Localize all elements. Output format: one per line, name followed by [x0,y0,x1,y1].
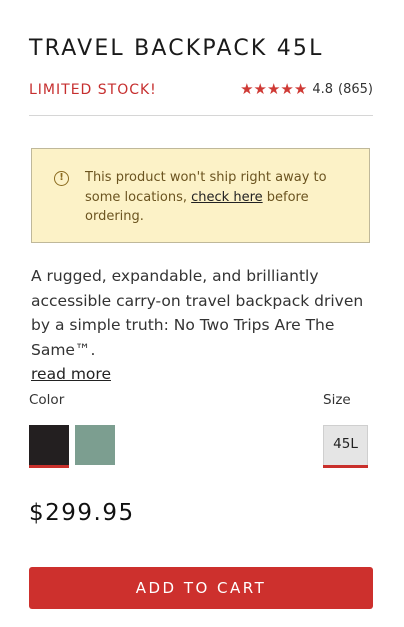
stock-status: LIMITED STOCK! [29,82,157,98]
notice-text: This product won't ship right away to so… [85,168,347,227]
color-swatch-sage[interactable] [75,425,115,465]
star-rating-icon: ★★★★★ [240,80,308,98]
product-price: $299.95 [29,500,135,526]
info-icon: ! [54,171,69,186]
description-text: A rugged, expandable, and brilliantly ac… [31,267,364,359]
check-here-link[interactable]: check here [191,190,263,205]
shipping-notice: ! This product won't ship right away to … [31,148,370,243]
rating-count: (865) [338,82,373,97]
add-to-cart-button[interactable]: ADD TO CART [29,567,373,609]
divider [29,115,373,116]
color-label: Color [29,392,65,408]
size-option-45l[interactable]: 45L [323,425,368,468]
read-more-link[interactable]: read more [31,362,111,387]
product-description: A rugged, expandable, and brilliantly ac… [31,264,376,387]
color-swatch-black[interactable] [29,425,69,468]
product-title: TRAVEL BACKPACK 45L [29,36,324,61]
rating-value: 4.8 [312,82,334,97]
product-rating[interactable]: ★★★★★ 4.8 (865) [240,80,373,98]
size-label: Size [323,392,351,408]
